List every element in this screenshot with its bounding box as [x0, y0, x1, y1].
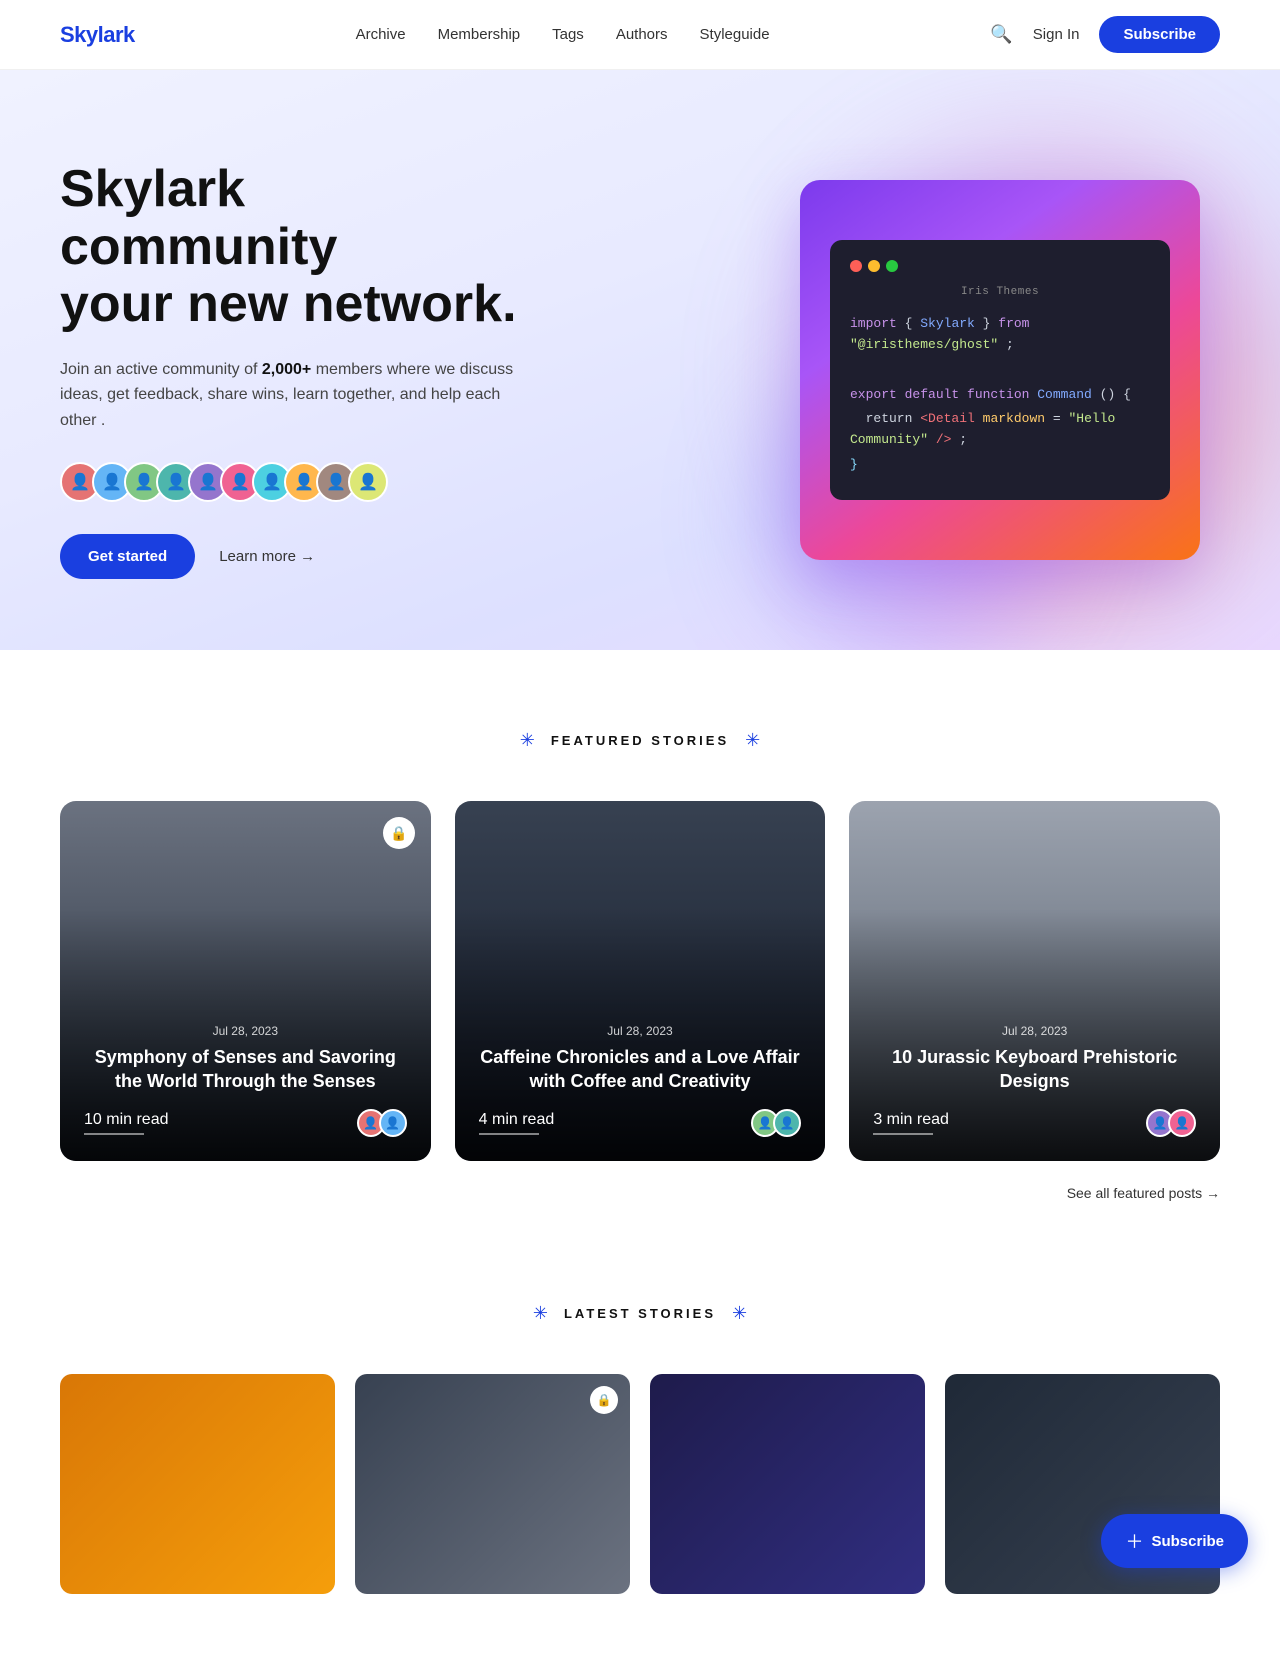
read-time-bar: [873, 1133, 933, 1135]
read-time-bar: [479, 1133, 539, 1135]
hero-cta-group: Get started Learn more →: [60, 534, 520, 579]
minimize-dot: [868, 260, 880, 272]
card-meta: 10 min read 👤 👤: [84, 1109, 407, 1137]
lock-badge: 🔒: [383, 817, 415, 849]
card-content: Jul 28, 2023 Caffeine Chronicles and a L…: [455, 1000, 826, 1161]
nav-links: Archive Membership Tags Authors Stylegui…: [356, 26, 770, 43]
logo[interactable]: Skylark: [60, 22, 135, 48]
card-avatar: 👤: [379, 1109, 407, 1137]
nav-tags[interactable]: Tags: [552, 26, 584, 43]
read-time: 3 min read: [873, 1111, 949, 1135]
search-icon[interactable]: 🔍: [990, 24, 1012, 45]
card-title: Symphony of Senses and Savoring the Worl…: [84, 1046, 407, 1093]
plus-icon: ＋: [1125, 1528, 1143, 1554]
code-line-5: }: [850, 455, 1150, 476]
card-title: Caffeine Chronicles and a Love Affair wi…: [479, 1046, 802, 1093]
see-all-link[interactable]: See all featured posts →: [1067, 1185, 1220, 1201]
card-avatar: 👤: [1168, 1109, 1196, 1137]
get-started-button[interactable]: Get started: [60, 534, 195, 579]
card-meta: 3 min read 👤 👤: [873, 1109, 1196, 1137]
nav-right: 🔍 Sign In Subscribe: [990, 16, 1220, 53]
featured-title: FEATURED STORIES: [551, 733, 729, 748]
featured-cards-grid: 🔒 Jul 28, 2023 Symphony of Senses and Sa…: [60, 801, 1220, 1161]
latest-section: ✳ LATEST STORIES ✳ 🔒: [0, 1283, 1280, 1674]
hero-right: Iris Themes import { Skylark } from "@ir…: [800, 180, 1220, 560]
hero-title: Skylark community your new network.: [60, 161, 520, 333]
nav-membership[interactable]: Membership: [438, 26, 521, 43]
code-card: Iris Themes import { Skylark } from "@ir…: [800, 180, 1200, 560]
code-line-blank: [850, 360, 1150, 381]
card-content: Jul 28, 2023 Symphony of Senses and Savo…: [60, 1000, 431, 1161]
featured-card-3[interactable]: Jul 28, 2023 10 Jurassic Keyboard Prehis…: [849, 801, 1220, 1161]
featured-card-1[interactable]: 🔒 Jul 28, 2023 Symphony of Senses and Sa…: [60, 801, 431, 1161]
navbar: Skylark Archive Membership Tags Authors …: [0, 0, 1280, 70]
latest-title: LATEST STORIES: [564, 1306, 716, 1321]
avatar-group: 👤 👤 👤 👤 👤 👤 👤 👤 👤 👤: [60, 462, 520, 502]
read-time: 4 min read: [479, 1111, 555, 1135]
card-meta: 4 min read 👤 👤: [479, 1109, 802, 1137]
close-dot: [850, 260, 862, 272]
nav-archive[interactable]: Archive: [356, 26, 406, 43]
fab-subscribe-button[interactable]: ＋ Subscribe: [1101, 1514, 1248, 1568]
featured-card-2[interactable]: Jul 28, 2023 Caffeine Chronicles and a L…: [455, 801, 826, 1161]
star-icon-left: ✳: [520, 730, 535, 751]
nav-authors[interactable]: Authors: [616, 26, 668, 43]
learn-more-link[interactable]: Learn more →: [219, 548, 315, 565]
card-date: Jul 28, 2023: [873, 1024, 1196, 1038]
card-date: Jul 28, 2023: [479, 1024, 802, 1038]
read-time-bar: [84, 1133, 144, 1135]
hero-left: Skylark community your new network. Join…: [60, 161, 520, 578]
signin-button[interactable]: Sign In: [1033, 26, 1080, 43]
star-icon-right: ✳: [745, 730, 760, 751]
code-line-4: return <Detail markdown = "Hello Communi…: [850, 409, 1150, 451]
read-time: 10 min read: [84, 1111, 169, 1135]
code-line-1: import { Skylark } from "@iristhemes/gho…: [850, 314, 1150, 356]
see-all-container: See all featured posts →: [60, 1185, 1220, 1203]
code-window: Iris Themes import { Skylark } from "@ir…: [830, 240, 1170, 500]
card-content: Jul 28, 2023 10 Jurassic Keyboard Prehis…: [849, 1000, 1220, 1161]
window-dots: [850, 260, 1150, 272]
latest-card-1[interactable]: [60, 1374, 335, 1594]
nav-styleguide[interactable]: Styleguide: [700, 26, 770, 43]
latest-cards-grid: 🔒: [60, 1374, 1220, 1594]
card-avatar: 👤: [773, 1109, 801, 1137]
star-icon-right: ✳: [732, 1303, 747, 1324]
code-line-3: export default function Command () {: [850, 385, 1150, 406]
section-header: ✳ FEATURED STORIES ✳: [60, 730, 1220, 751]
latest-card-2[interactable]: 🔒: [355, 1374, 630, 1594]
card-title: 10 Jurassic Keyboard Prehistoric Designs: [873, 1046, 1196, 1093]
card-avatars: 👤 👤: [757, 1109, 801, 1137]
featured-section: ✳ FEATURED STORIES ✳ 🔒 Jul 28, 2023 Symp…: [0, 650, 1280, 1283]
window-title: Iris Themes: [850, 286, 1150, 298]
hero-section: Skylark community your new network. Join…: [0, 70, 1280, 650]
maximize-dot: [886, 260, 898, 272]
star-icon-left: ✳: [533, 1303, 548, 1324]
card-date: Jul 28, 2023: [84, 1024, 407, 1038]
avatar: 👤: [348, 462, 388, 502]
subscribe-button[interactable]: Subscribe: [1099, 16, 1220, 53]
card-avatars: 👤 👤: [363, 1109, 407, 1137]
latest-card-3[interactable]: [650, 1374, 925, 1594]
latest-header: ✳ LATEST STORIES ✳: [60, 1303, 1220, 1324]
hero-description: Join an active community of 2,000+ membe…: [60, 357, 520, 434]
lock-badge: 🔒: [590, 1386, 618, 1414]
card-avatars: 👤 👤: [1152, 1109, 1196, 1137]
